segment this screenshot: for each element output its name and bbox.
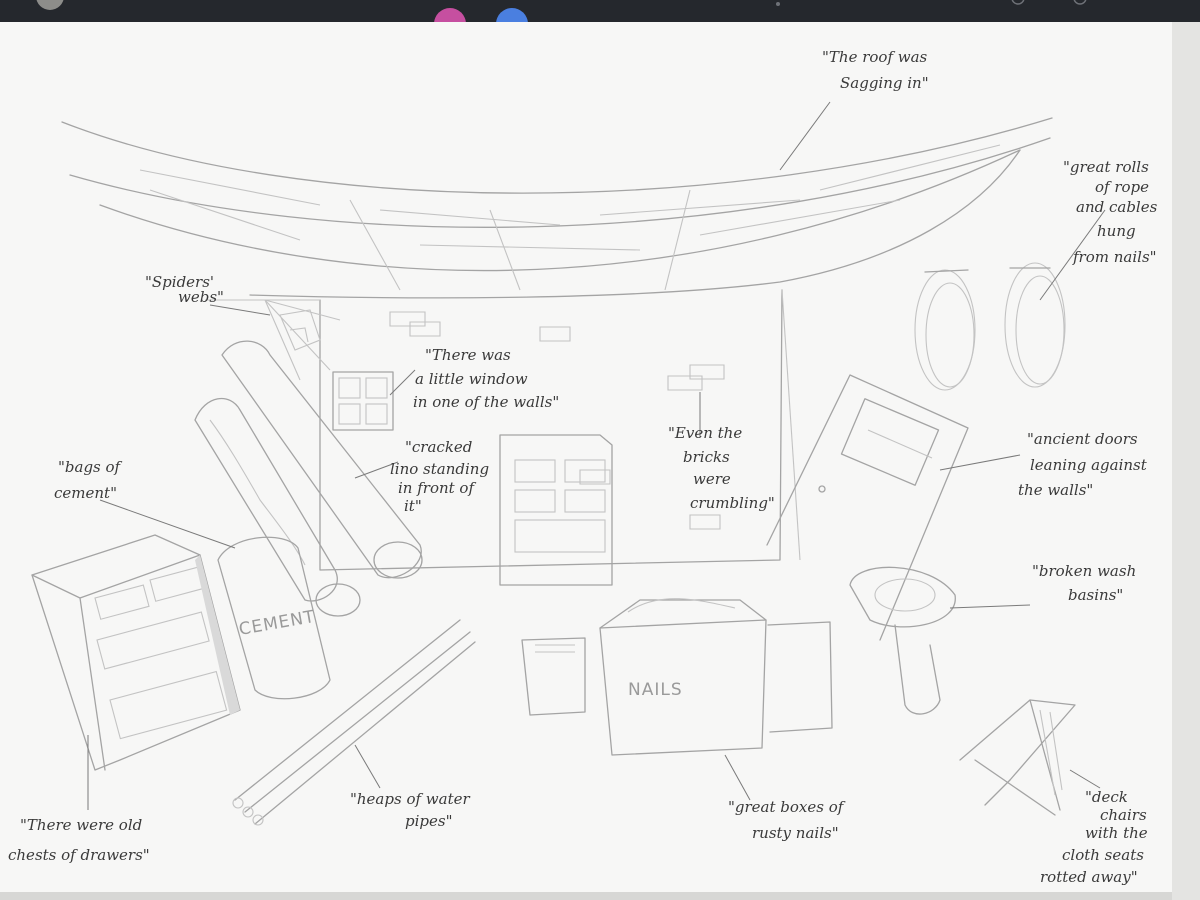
- annotation-lino: "cracked lino standing in front of it": [390, 438, 494, 515]
- chest-of-drawers: [31, 534, 241, 771]
- sagging-roof: [61, 117, 1053, 299]
- lino-rolls: [194, 340, 423, 617]
- annotation-webs: "Spiders' webs": [145, 273, 224, 306]
- annotation-window: "There was a little window in one of the…: [413, 346, 559, 411]
- deck-chair: [959, 699, 1076, 816]
- rope-rolls: [914, 262, 1066, 391]
- nails-label: NAILS: [628, 680, 683, 700]
- little-window: [332, 371, 394, 431]
- annotation-boxes: "great boxes of rusty nails": [728, 798, 848, 842]
- nails-box-back: [767, 621, 833, 733]
- annotation-basins: "broken wash basins": [1032, 562, 1141, 604]
- annotation-bricks: "Even the bricks were crumbling": [668, 424, 775, 512]
- cement-bag: CEMENT: [217, 536, 331, 700]
- nails-box: NAILS: [599, 598, 767, 756]
- annotation-pipes: "heaps of water pipes": [350, 790, 474, 830]
- annotation-rope: "great rolls of rope and cables hung fro…: [1063, 158, 1162, 266]
- shed-sketch: CEMENT NAILS "The roof was Sagging in" "…: [8, 48, 1162, 886]
- spider-web: [264, 299, 341, 381]
- cement-label: CEMENT: [237, 607, 316, 640]
- annotation-chairs: "deck chairs with the cloth seats rotted…: [1040, 788, 1152, 886]
- annotation-leaders: [87, 101, 1106, 810]
- ancient-door: [766, 374, 969, 641]
- annotation-doors: "ancient doors leaning against the walls…: [1018, 430, 1152, 499]
- wash-basin: [849, 566, 956, 715]
- annotation-roof: "The roof was Sagging in": [822, 48, 932, 92]
- small-box: [521, 637, 586, 716]
- annotation-drawers: "There were old chests of drawers": [8, 816, 150, 864]
- annotation-cement: "bags of cement": [54, 458, 125, 502]
- back-cabinet: [499, 434, 613, 586]
